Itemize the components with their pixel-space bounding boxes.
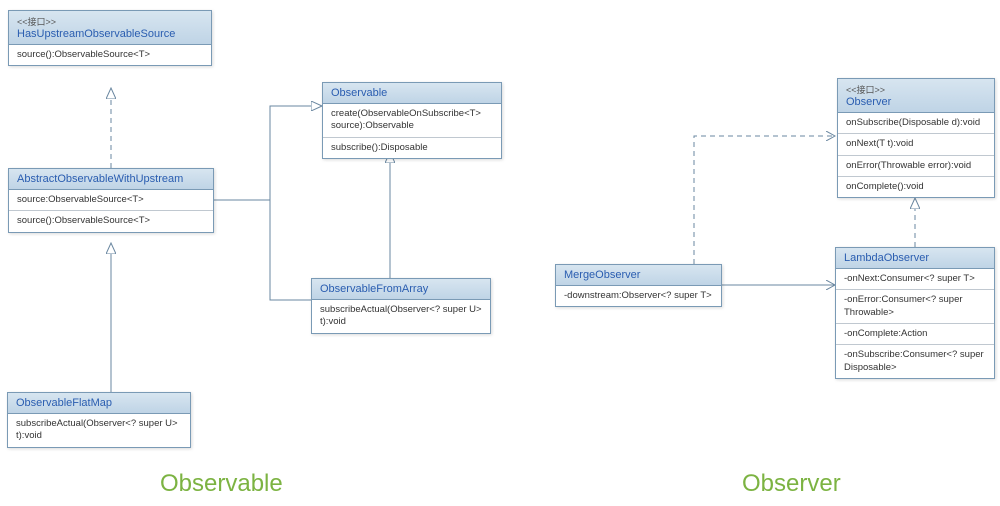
member-row: onSubscribe(Disposable d):void [838, 113, 994, 134]
member-row: source():ObservableSource<T> [9, 45, 211, 65]
class-abstract-upstream: AbstractObservableWithUpstream source:Ob… [8, 168, 214, 233]
class-from-array: ObservableFromArray subscribeActual(Obse… [311, 278, 491, 334]
class-header: <<接口>> HasUpstreamObservableSource [9, 11, 211, 45]
class-title: ObservableFlatMap [16, 397, 112, 409]
class-title: MergeObserver [564, 269, 640, 281]
stereotype: <<接口>> [846, 83, 986, 96]
class-header: LambdaObserver [836, 248, 994, 269]
member-row: subscribeActual(Observer<? super U> t):v… [312, 300, 490, 333]
class-has-upstream: <<接口>> HasUpstreamObservableSource sourc… [8, 10, 212, 66]
member-row: onComplete():void [838, 177, 994, 197]
class-observer: <<接口>> Observer onSubscribe(Disposable d… [837, 78, 995, 198]
class-header: Observable [323, 83, 501, 104]
class-title: HasUpstreamObservableSource [17, 28, 175, 40]
class-header: ObservableFlatMap [8, 393, 190, 414]
member-row: subscribe():Disposable [323, 138, 501, 158]
member-row: -onComplete:Action [836, 324, 994, 345]
class-header: ObservableFromArray [312, 279, 490, 300]
member-row: source:ObservableSource<T> [9, 190, 213, 211]
section-label-observable: Observable [160, 470, 283, 498]
class-header: MergeObserver [556, 265, 721, 286]
class-header: <<接口>> Observer [838, 79, 994, 113]
class-title: AbstractObservableWithUpstream [17, 173, 183, 185]
class-title: ObservableFromArray [320, 283, 428, 295]
member-row: create(ObservableOnSubscribe<T> source):… [323, 104, 501, 138]
class-observable: Observable create(ObservableOnSubscribe<… [322, 82, 502, 159]
member-row: source():ObservableSource<T> [9, 211, 213, 231]
stereotype: <<接口>> [17, 15, 203, 28]
class-title: Observable [331, 87, 387, 99]
member-row: -onError:Consumer<? super Throwable> [836, 290, 994, 324]
class-header: AbstractObservableWithUpstream [9, 169, 213, 190]
section-label-observer: Observer [742, 470, 841, 498]
member-row: -downstream:Observer<? super T> [556, 286, 721, 306]
member-row: -onNext:Consumer<? super T> [836, 269, 994, 290]
class-lambda-observer: LambdaObserver -onNext:Consumer<? super … [835, 247, 995, 379]
member-row: onNext(T t):void [838, 134, 994, 155]
class-flatmap: ObservableFlatMap subscribeActual(Observ… [7, 392, 191, 448]
member-row: -onSubscribe:Consumer<? super Disposable… [836, 345, 994, 378]
class-title: Observer [846, 96, 891, 108]
class-merge-observer: MergeObserver -downstream:Observer<? sup… [555, 264, 722, 307]
member-row: onError(Throwable error):void [838, 156, 994, 177]
class-title: LambdaObserver [844, 252, 929, 264]
member-row: subscribeActual(Observer<? super U> t):v… [8, 414, 190, 447]
